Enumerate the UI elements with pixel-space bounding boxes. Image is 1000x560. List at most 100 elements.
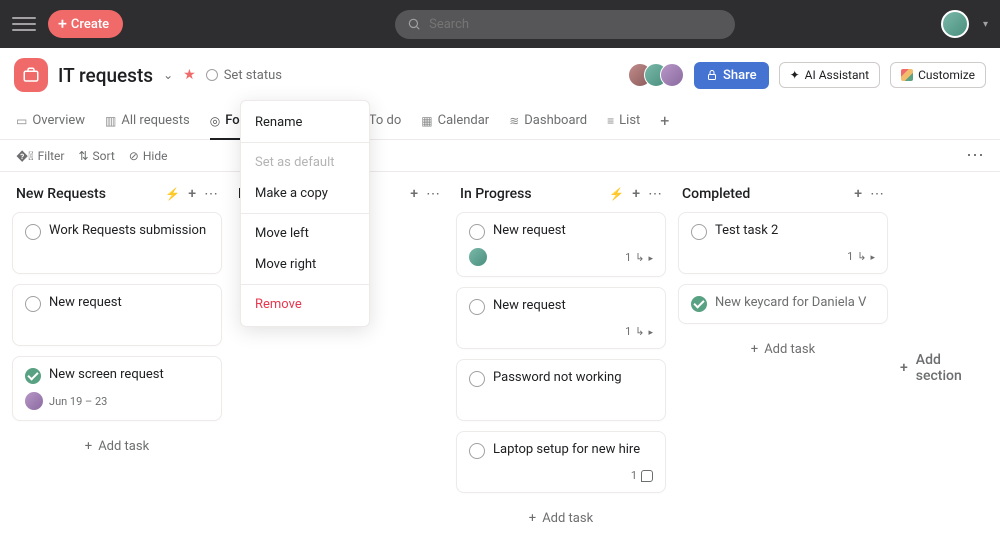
menu-separator xyxy=(241,213,369,214)
task-card[interactable]: New request 1 xyxy=(456,212,666,277)
column-new-requests: New Requests ⚡ + ⋯ Work Requests submiss… xyxy=(12,186,222,546)
task-card[interactable]: Work Requests submission xyxy=(12,212,222,274)
tab-dashboard[interactable]: ≋Dashboard xyxy=(509,102,587,139)
comment-icon xyxy=(641,470,653,482)
task-card[interactable]: New screen request Jun 19 – 23 xyxy=(12,356,222,421)
column-more-icon[interactable]: ⋯ xyxy=(204,186,218,202)
task-title: New request xyxy=(49,295,122,312)
share-label: Share xyxy=(723,68,757,83)
tab-all-requests[interactable]: ▥All requests xyxy=(105,102,190,139)
menu-move-left[interactable]: Move left xyxy=(241,218,369,249)
add-task-icon[interactable]: + xyxy=(188,186,196,202)
add-task-icon[interactable]: + xyxy=(410,186,418,202)
search-icon xyxy=(407,17,421,31)
list-icon: ≡ xyxy=(607,114,614,128)
favorite-star-icon[interactable]: ★ xyxy=(183,67,196,83)
user-menu-caret-icon[interactable]: ▾ xyxy=(983,19,988,30)
assignee-avatar xyxy=(25,392,43,410)
tab-overview[interactable]: ▭Overview xyxy=(16,102,85,139)
task-card[interactable]: Laptop setup for new hire 1 xyxy=(456,431,666,493)
complete-check-icon[interactable] xyxy=(25,224,41,240)
menu-set-default: Set as default xyxy=(241,147,369,178)
task-card[interactable]: Test task 2 1 xyxy=(678,212,888,274)
lock-icon xyxy=(706,69,718,81)
expand-icon xyxy=(870,250,875,263)
task-card[interactable]: New keycard for Daniela V xyxy=(678,284,888,324)
column-title: New Requests xyxy=(16,186,157,202)
toolbar-more-icon[interactable]: ⋯ xyxy=(966,145,984,166)
assignee-avatar xyxy=(469,248,487,266)
column-more-icon[interactable]: ⋯ xyxy=(870,186,884,202)
filter-button[interactable]: �⃒Filter xyxy=(16,149,64,163)
add-view-button[interactable]: + xyxy=(660,111,669,130)
complete-check-icon[interactable] xyxy=(469,443,485,459)
project-title: IT requests xyxy=(58,64,153,87)
status-ring-icon xyxy=(206,69,218,81)
list-icon: ▭ xyxy=(16,114,27,128)
complete-check-icon[interactable] xyxy=(469,224,485,240)
menu-toggle-icon[interactable] xyxy=(12,12,36,36)
subtask-count: 1 xyxy=(847,250,853,263)
tab-list[interactable]: ≡List xyxy=(607,102,640,139)
task-title: Password not working xyxy=(493,370,622,387)
ai-assistant-button[interactable]: ✦ AI Assistant xyxy=(779,62,880,88)
task-card[interactable]: New request 1 xyxy=(456,287,666,349)
status-label: Set status xyxy=(224,68,282,83)
subtask-count: 1 xyxy=(625,251,631,264)
eye-off-icon: ⊘ xyxy=(129,149,139,163)
calendar-icon: ▦ xyxy=(421,114,432,128)
user-avatar[interactable] xyxy=(941,10,969,38)
hide-button[interactable]: ⊘Hide xyxy=(129,149,168,163)
complete-check-icon[interactable] xyxy=(25,296,41,312)
project-dropdown-icon[interactable]: ⌄ xyxy=(163,68,173,82)
menu-remove[interactable]: Remove xyxy=(241,289,369,320)
plus-icon: + xyxy=(900,360,908,376)
column-more-icon[interactable]: ⋯ xyxy=(426,186,440,202)
member-avatar-stack[interactable] xyxy=(628,63,684,87)
complete-check-icon[interactable] xyxy=(691,224,707,240)
automation-bolt-icon[interactable]: ⚡ xyxy=(609,187,624,201)
kanban-board: New Requests ⚡ + ⋯ Work Requests submiss… xyxy=(0,172,1000,560)
menu-move-right[interactable]: Move right xyxy=(241,249,369,280)
tab-calendar[interactable]: ▦Calendar xyxy=(421,102,489,139)
task-card[interactable]: Password not working xyxy=(456,359,666,421)
add-section-button[interactable]: + Add section xyxy=(900,186,988,546)
add-task-icon[interactable]: + xyxy=(632,186,640,202)
project-icon xyxy=(14,58,48,92)
plus-icon: + xyxy=(85,439,92,454)
add-task-button[interactable]: +Add task xyxy=(456,503,666,534)
column-more-icon[interactable]: ⋯ xyxy=(648,186,662,202)
add-task-icon[interactable]: + xyxy=(854,186,862,202)
menu-make-copy[interactable]: Make a copy xyxy=(241,178,369,209)
task-title: New screen request xyxy=(49,367,164,384)
complete-check-icon[interactable] xyxy=(469,299,485,315)
complete-check-icon[interactable] xyxy=(469,371,485,387)
add-section-label: Add section xyxy=(916,352,988,384)
task-card[interactable]: New request xyxy=(12,284,222,346)
add-task-button[interactable]: +Add task xyxy=(678,334,888,365)
automation-bolt-icon[interactable]: ⚡ xyxy=(165,187,180,201)
menu-rename[interactable]: Rename xyxy=(241,107,369,138)
plus-icon: + xyxy=(58,16,67,32)
customize-button[interactable]: Customize xyxy=(890,62,986,88)
column-header: New Requests ⚡ + ⋯ xyxy=(12,186,222,212)
view-tabs: ▭Overview ▥All requests ◎Focus today ⋯ ✓… xyxy=(0,102,1000,140)
search-input[interactable] xyxy=(395,10,735,39)
filter-icon: �⃒ xyxy=(16,149,34,163)
task-title: New request xyxy=(493,298,566,315)
complete-check-icon[interactable] xyxy=(25,368,41,384)
subtask-count: 1 xyxy=(625,325,631,338)
menu-separator xyxy=(241,284,369,285)
sort-button[interactable]: ⇅Sort xyxy=(78,149,114,163)
comment-count: 1 xyxy=(631,469,637,482)
create-label: Create xyxy=(71,17,109,32)
complete-check-icon[interactable] xyxy=(691,296,707,312)
create-button[interactable]: + Create xyxy=(48,10,123,38)
ai-label: AI Assistant xyxy=(805,68,869,82)
add-task-button[interactable]: +Add task xyxy=(12,431,222,462)
sparkle-icon: ✦ xyxy=(790,68,800,82)
share-button[interactable]: Share xyxy=(694,62,769,89)
sort-icon: ⇅ xyxy=(78,149,88,163)
set-status-button[interactable]: Set status xyxy=(206,68,282,83)
subtask-icon xyxy=(635,251,644,264)
